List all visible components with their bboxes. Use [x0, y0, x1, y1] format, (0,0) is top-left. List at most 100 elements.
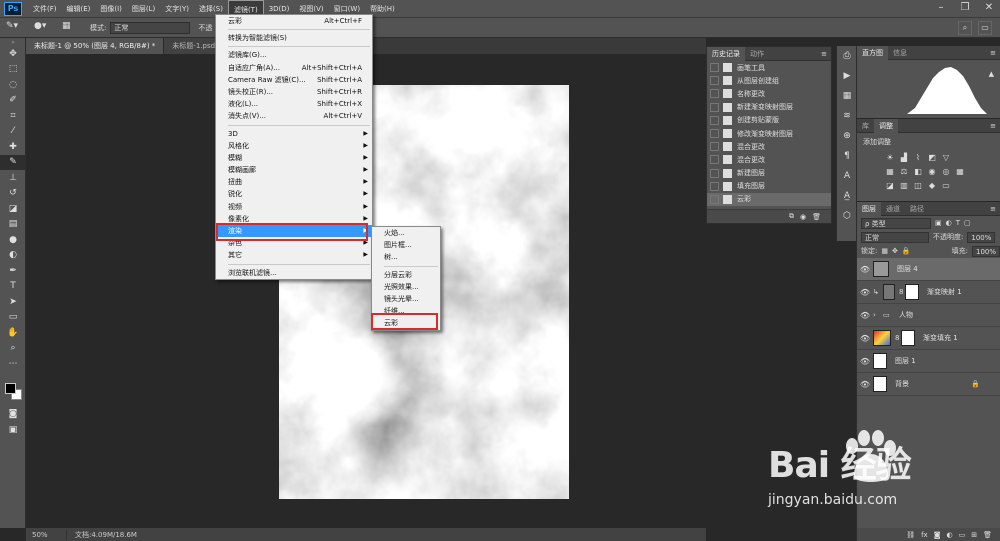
toolbar-collapse-icon[interactable]: »	[0, 38, 26, 46]
workspace-icon[interactable]: ▭	[978, 21, 992, 35]
restore-icon[interactable]: ❐	[958, 2, 972, 14]
menu-item[interactable]: 树...	[372, 251, 440, 263]
menu-item[interactable]: 转换为智能滤镜(S)	[216, 32, 372, 44]
hue-sat-icon[interactable]: ▦	[885, 167, 895, 177]
edit-toolbar-icon[interactable]: ⋯	[0, 356, 26, 372]
menu-item[interactable]: 模糊 ▶	[216, 152, 372, 164]
menu-item[interactable]: 云彩 Alt+Ctrl+F	[216, 15, 372, 27]
menu-item[interactable]: Camera Raw 滤镜(C)... Shift+Ctrl+A	[216, 74, 372, 86]
filter-pixel-icon[interactable]: ▣	[935, 219, 942, 227]
history-state[interactable]: 混合更改	[707, 153, 831, 166]
lock-pixels-icon[interactable]: ▦	[881, 247, 888, 255]
menu-item[interactable]: 火焰...	[372, 227, 440, 239]
new-group-icon[interactable]: ▭	[959, 531, 966, 539]
eyedropper-tool-icon[interactable]: ⁄	[0, 124, 26, 140]
gradient-map-icon[interactable]: ▭	[941, 181, 951, 191]
clone-source-icon[interactable]: ⊕	[837, 126, 857, 146]
histogram-menu-icon[interactable]: ≡	[990, 49, 996, 57]
history-brush-tool-icon[interactable]: ↺	[0, 186, 26, 202]
hand-tool-icon[interactable]: ✋	[0, 325, 26, 341]
visibility-eye-icon[interactable]: 👁	[857, 334, 873, 343]
path-select-tool-icon[interactable]: ➤	[0, 294, 26, 310]
visibility-eye-icon[interactable]: 👁	[857, 380, 873, 389]
invert-icon[interactable]: ◪	[885, 181, 895, 191]
menu-item[interactable]: 镜头光晕...	[372, 293, 440, 305]
history-state[interactable]: 新建渐变映射图层	[707, 101, 831, 114]
history-state[interactable]: 从图层创建组	[707, 74, 831, 87]
menu-0[interactable]: 文件(F)	[28, 0, 62, 18]
menu-item[interactable]: 镜头校正(R)... Shift+Ctrl+R	[216, 86, 372, 98]
history-state[interactable]: 名称更改	[707, 87, 831, 100]
history-source-checkbox[interactable]	[710, 63, 719, 73]
history-source-checkbox[interactable]	[710, 76, 719, 86]
levels-icon[interactable]: ▟	[899, 153, 909, 163]
filter-adjust-icon[interactable]: ◐	[946, 219, 952, 227]
tab-document-active[interactable]: 未标题-1 @ 50% (图层 4, RGB/8#) *	[26, 38, 165, 54]
healing-brush-tool-icon[interactable]: ✚	[0, 139, 26, 155]
layer-row[interactable]: 👁 背景 🔒	[857, 373, 1000, 396]
menu-item[interactable]: 图片框...	[372, 239, 440, 251]
menu-item[interactable]: 锐化 ▶	[216, 188, 372, 200]
brush-size-icon[interactable]: ●▾	[34, 21, 56, 35]
history-state[interactable]: 混合更改	[707, 140, 831, 153]
history-source-checkbox[interactable]	[710, 181, 719, 191]
clone-stamp-tool-icon[interactable]: ⊥	[0, 170, 26, 186]
adjustments-menu-icon[interactable]: ≡	[990, 122, 996, 130]
history-source-checkbox[interactable]	[710, 115, 719, 125]
screen-mode-icon[interactable]: ▣	[0, 422, 26, 438]
menu-item[interactable]: 消失点(V)... Alt+Ctrl+V	[216, 110, 372, 122]
vibrance-icon[interactable]: ▽	[941, 153, 951, 163]
minimize-icon[interactable]: –	[934, 2, 948, 14]
blur-tool-icon[interactable]: ●	[0, 232, 26, 248]
blend-mode-select[interactable]: 正常	[861, 231, 929, 243]
eraser-tool-icon[interactable]: ◪	[0, 201, 26, 217]
quick-select-tool-icon[interactable]: ✐	[0, 93, 26, 109]
filter-shape-icon[interactable]: ▢	[964, 219, 971, 227]
close-icon[interactable]: ✕	[982, 2, 996, 14]
shape-tool-icon[interactable]: ▭	[0, 310, 26, 326]
history-panel-icon[interactable]: ⎙	[837, 46, 857, 66]
channel-mixer-icon[interactable]: ◎	[941, 167, 951, 177]
dodge-tool-icon[interactable]: ◐	[0, 248, 26, 264]
tab-libraries[interactable]: 库	[857, 119, 874, 133]
tab-history[interactable]: 历史记录	[707, 46, 745, 61]
tab-channels[interactable]: 通道	[881, 202, 905, 216]
tab-adjustments[interactable]: 调整	[874, 118, 898, 133]
history-state[interactable]: 画笔工具	[707, 61, 831, 74]
history-source-checkbox[interactable]	[710, 194, 719, 204]
history-source-checkbox[interactable]	[710, 168, 719, 178]
3d-panel-icon[interactable]: ⬡	[837, 206, 857, 226]
menu-item[interactable]: 视频 ▶	[216, 201, 372, 213]
history-state[interactable]: 新建图层	[707, 167, 831, 180]
layers-menu-icon[interactable]: ≡	[990, 205, 996, 213]
visibility-eye-icon[interactable]: 👁	[857, 357, 873, 366]
visibility-eye-icon[interactable]: 👁	[857, 288, 873, 297]
layer-row[interactable]: 👁 图层 4	[857, 258, 1000, 281]
menu-4[interactable]: 文字(Y)	[160, 0, 194, 18]
history-source-checkbox[interactable]	[710, 89, 719, 99]
menu-item[interactable]: 风格化 ▶	[216, 140, 372, 152]
pen-tool-icon[interactable]: ✒	[0, 263, 26, 279]
mode-select[interactable]: 正常	[110, 21, 191, 34]
visibility-eye-icon[interactable]: 👁	[857, 265, 873, 274]
zoom-level[interactable]: 50%	[26, 531, 66, 539]
add-mask-icon[interactable]: ◙	[934, 531, 941, 539]
color-balance-icon[interactable]: ⚖	[899, 167, 909, 177]
tab-paths[interactable]: 路径	[905, 202, 929, 216]
marquee-tool-icon[interactable]: ⬚	[0, 62, 26, 78]
menu-item[interactable]: 浏览联机滤镜...	[216, 267, 372, 279]
properties-panel-icon[interactable]: ▦	[837, 86, 857, 106]
layer-row[interactable]: 👁 图层 1	[857, 350, 1000, 373]
tab-actions[interactable]: 动作	[745, 47, 769, 61]
menu-2[interactable]: 图像(I)	[95, 0, 127, 18]
paragraph-icon[interactable]: ¶	[837, 146, 857, 166]
history-state[interactable]: 云彩	[707, 192, 831, 207]
quick-mask-icon[interactable]: ◙	[0, 406, 26, 422]
new-layer-icon[interactable]: ⊞	[971, 531, 977, 539]
menu-item[interactable]: 滤镜库(G)...	[216, 49, 372, 61]
delete-layer-icon[interactable]: 🗑	[983, 531, 992, 539]
brush-panel-icon-2[interactable]: ≋	[837, 106, 857, 126]
menu-item[interactable]: 液化(L)... Shift+Ctrl+X	[216, 98, 372, 110]
snapshot-icon[interactable]: ◉	[800, 213, 806, 221]
brush-tool-preset-icon[interactable]: ✎▾	[6, 21, 28, 35]
